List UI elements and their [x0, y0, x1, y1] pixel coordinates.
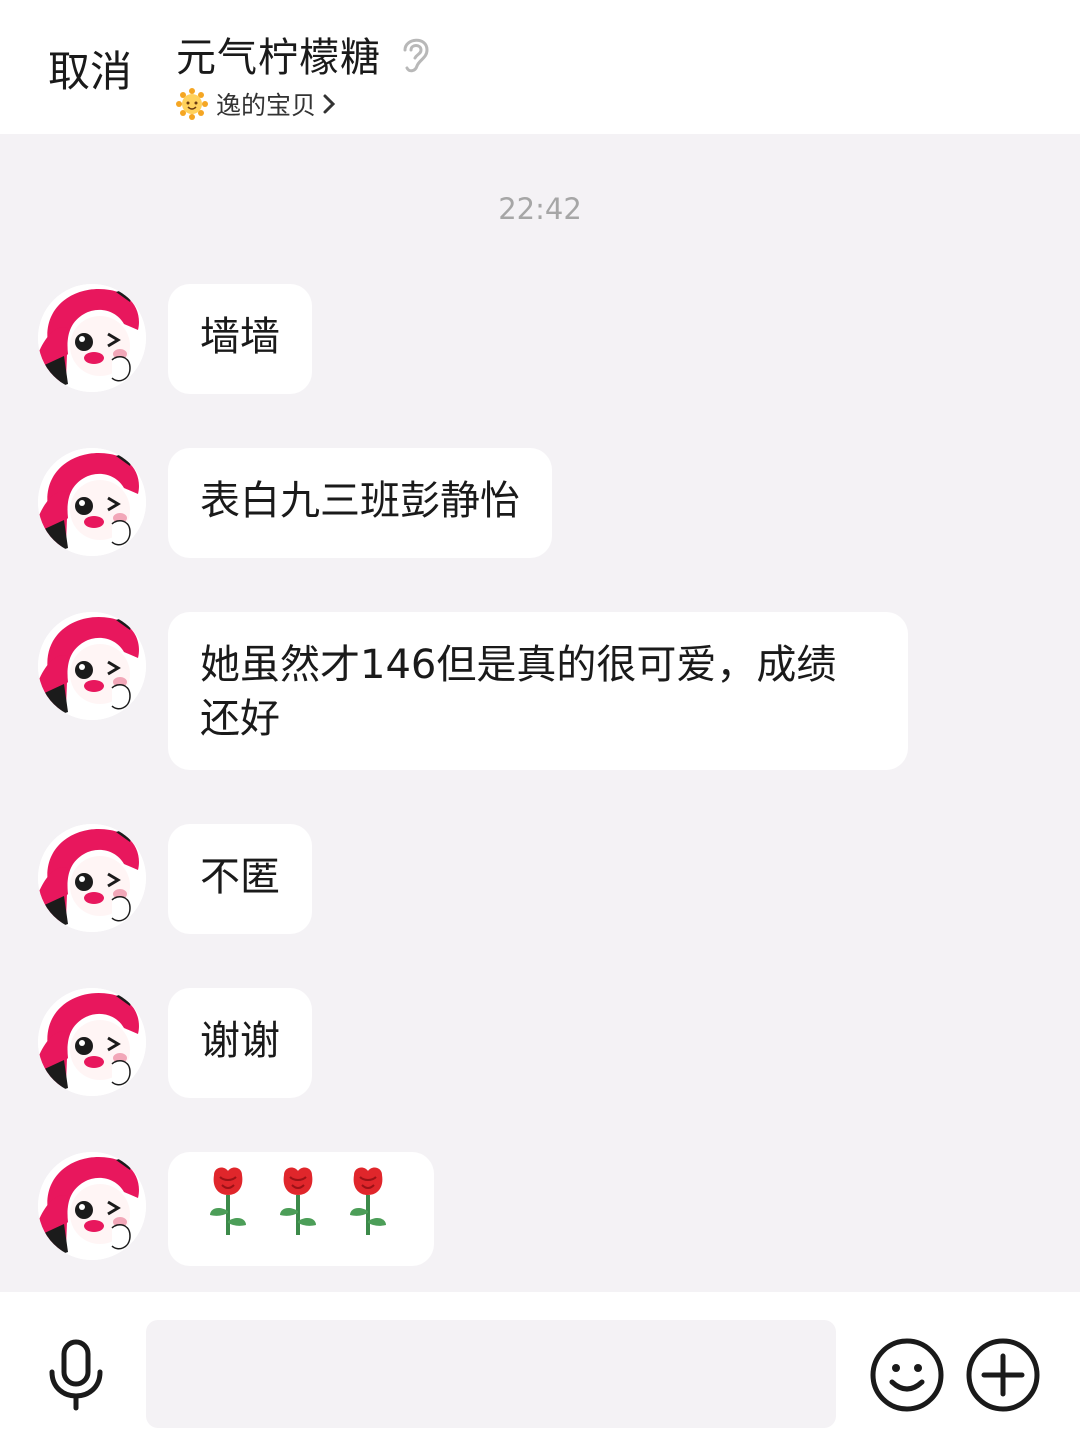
cancel-button[interactable]: 取消 [48, 38, 132, 99]
message-input[interactable] [146, 1320, 836, 1428]
message-input-bar [0, 1292, 1080, 1455]
ear-icon[interactable] [397, 32, 433, 76]
message-bubble[interactable]: 不匿 [168, 824, 312, 934]
rose-icon [200, 1165, 256, 1237]
rose-icon [270, 1165, 326, 1237]
avatar[interactable] [38, 824, 146, 932]
message-text: 表白九三班彭静怡 [200, 478, 520, 524]
emoji-row [200, 1178, 402, 1232]
chat-title: 元气柠檬糖 [176, 35, 381, 81]
avatar[interactable] [38, 284, 146, 392]
message-bubble[interactable]: 表白九三班彭静怡 [168, 448, 552, 558]
message-bubble[interactable]: 谢谢 [168, 988, 312, 1098]
plus-icon[interactable] [964, 1336, 1042, 1414]
message-text: 不匿 [200, 854, 280, 900]
message-text: 她虽然才146但是真的很可爱，成绩还好 [200, 642, 837, 742]
chat-title-block: 元气柠檬糖 逸的宝贝 [176, 26, 433, 122]
emoji-icon[interactable] [868, 1336, 946, 1414]
message-text: 谢谢 [200, 1018, 280, 1064]
message-bubble[interactable] [168, 1152, 434, 1266]
avatar[interactable] [38, 988, 146, 1096]
rose-icon [340, 1165, 396, 1237]
group-badge-link[interactable]: 逸的宝贝 [176, 86, 433, 122]
avatar[interactable] [38, 448, 146, 556]
group-name: 逸的宝贝 [216, 91, 317, 120]
microphone-icon[interactable] [44, 1338, 108, 1412]
message-timestamp: 22:42 [498, 192, 582, 226]
avatar[interactable] [38, 612, 146, 720]
message-text: 墙墙 [200, 314, 280, 360]
chevron-right-icon [323, 94, 336, 114]
sun-icon [176, 88, 208, 120]
avatar[interactable] [38, 1152, 146, 1260]
message-bubble[interactable]: 墙墙 [168, 284, 312, 394]
message-bubble[interactable]: 她虽然才146但是真的很可爱，成绩还好 [168, 612, 908, 770]
chat-header: 取消 元气柠檬糖 逸的宝贝 [0, 0, 1080, 134]
